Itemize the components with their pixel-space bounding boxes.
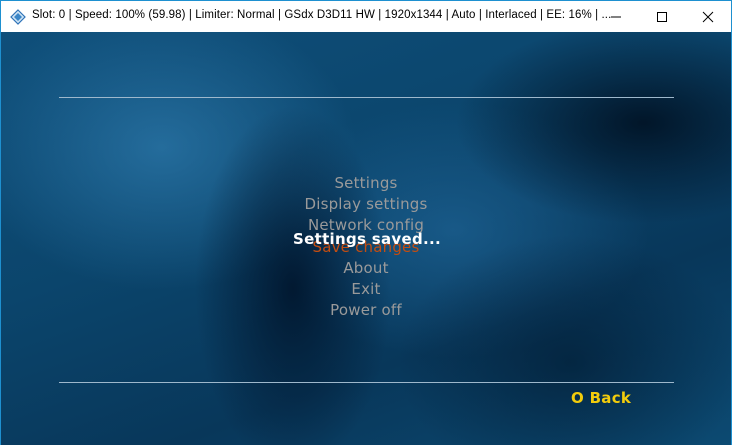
window-title: Slot: 0 | Speed: 100% (59.98) | Limiter:… [32, 9, 612, 21]
menu-item-exit[interactable]: Exit [1, 280, 731, 298]
back-button[interactable]: O Back [571, 389, 631, 407]
maximize-icon [657, 11, 667, 22]
game-screen: Settings Display settings Network config… [1, 32, 731, 445]
emulator-window: Slot: 0 | Speed: 100% (59.98) | Limiter:… [0, 0, 732, 445]
minimize-icon [611, 16, 621, 17]
bottom-divider [59, 382, 674, 383]
top-divider [59, 97, 674, 98]
minimize-button[interactable] [593, 1, 639, 32]
maximize-button[interactable] [639, 1, 685, 32]
close-button[interactable] [685, 1, 731, 32]
pcsx2-diamond-icon [10, 9, 26, 25]
menu-item-display-settings[interactable]: Display settings [1, 195, 731, 213]
menu-item-about[interactable]: About [1, 259, 731, 277]
menu-item-settings[interactable]: Settings [1, 174, 731, 192]
close-icon [702, 11, 714, 22]
settings-saved-message: Settings saved... [293, 230, 441, 248]
menu-item-power-off[interactable]: Power off [1, 301, 731, 319]
title-bar[interactable]: Slot: 0 | Speed: 100% (59.98) | Limiter:… [1, 1, 731, 32]
